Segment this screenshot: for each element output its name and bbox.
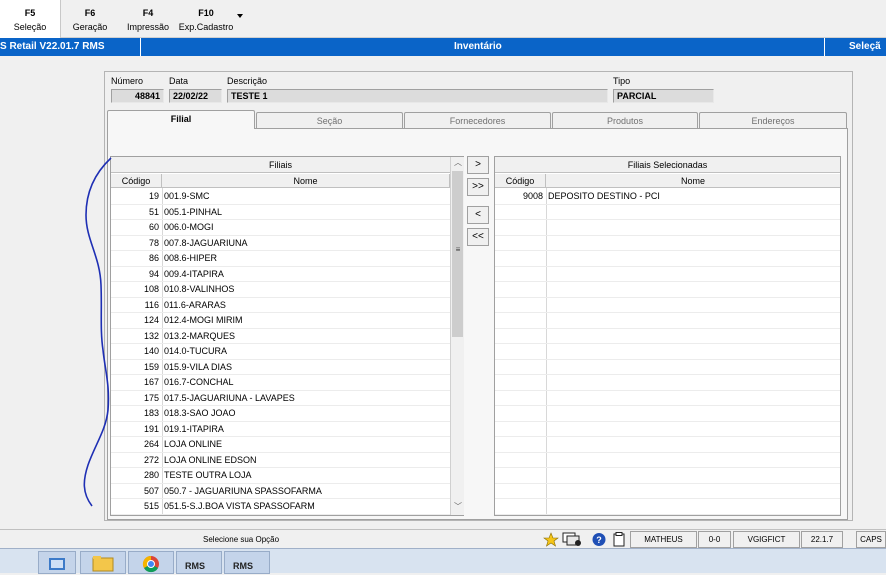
annotation-stroke xyxy=(83,157,112,507)
